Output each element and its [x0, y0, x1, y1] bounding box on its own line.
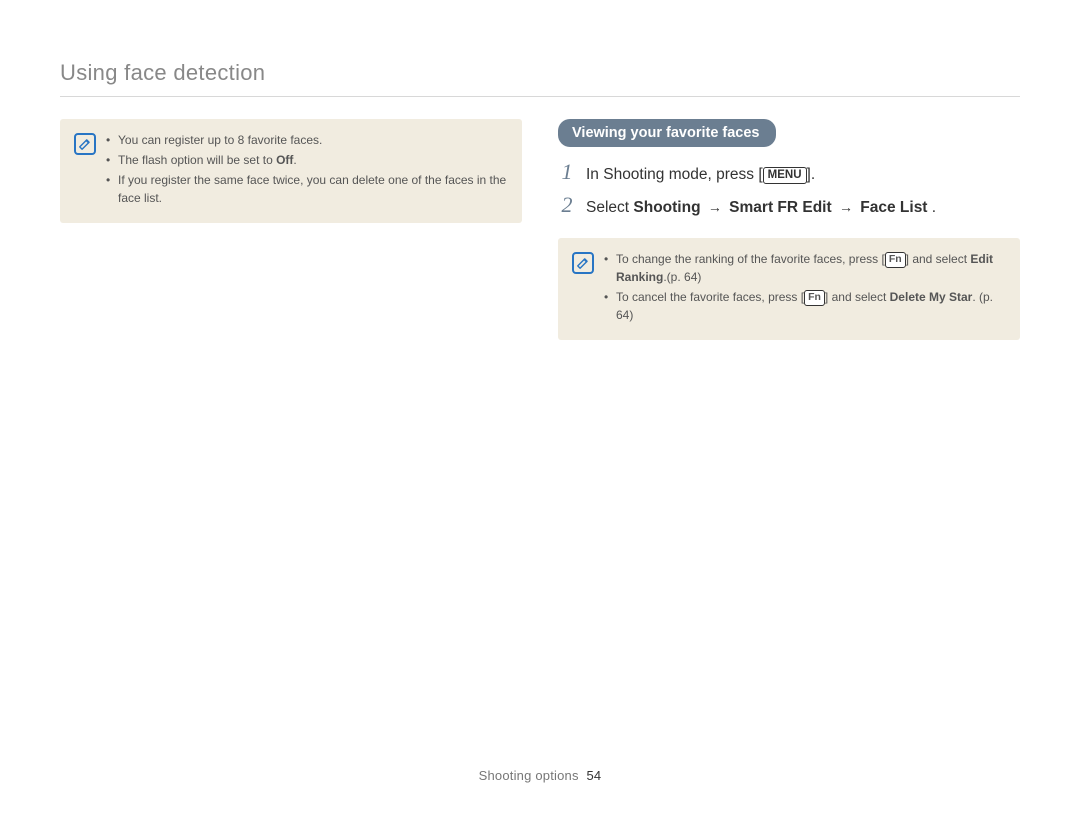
step-body: Select Shooting → Smart FR Edit → Face L…	[586, 197, 936, 219]
fn-key: Fn	[885, 252, 906, 268]
note-item: If you register the same face twice, you…	[106, 171, 508, 207]
page-title: Using face detection	[60, 60, 1020, 97]
note-pencil-icon	[572, 252, 594, 274]
note-box-left: You can register up to 8 favorite faces.…	[60, 119, 522, 223]
step: 2 Select Shooting → Smart FR Edit → Face…	[558, 194, 1020, 219]
section-heading: Viewing your favorite faces	[558, 119, 776, 147]
fn-key: Fn	[804, 290, 825, 306]
steps-list: 1 In Shooting mode, press [MENU]. 2 Sele…	[558, 161, 1020, 220]
note-item: You can register up to 8 favorite faces.	[106, 131, 508, 149]
right-column: Viewing your favorite faces 1 In Shootin…	[558, 119, 1020, 340]
note-item: To change the ranking of the favorite fa…	[604, 250, 1006, 286]
footer-page-number: 54	[583, 768, 602, 783]
step-body: In Shooting mode, press [MENU].	[586, 164, 815, 186]
step: 1 In Shooting mode, press [MENU].	[558, 161, 1020, 186]
step-number: 2	[558, 194, 576, 216]
arrow-right-icon: →	[705, 200, 725, 214]
content-columns: You can register up to 8 favorite faces.…	[60, 119, 1020, 340]
arrow-right-icon: →	[836, 200, 856, 214]
menu-key: MENU	[763, 167, 807, 184]
note-pencil-icon	[74, 133, 96, 155]
note-box-right: To change the ranking of the favorite fa…	[558, 238, 1020, 340]
step-number: 1	[558, 161, 576, 183]
manual-page: Using face detection You can register up…	[0, 0, 1080, 815]
left-column: You can register up to 8 favorite faces.…	[60, 119, 522, 340]
note-item: To cancel the favorite faces, press [Fn]…	[604, 288, 1006, 324]
note-list-left: You can register up to 8 favorite faces.…	[106, 131, 508, 209]
note-item: The flash option will be set to Off.	[106, 151, 508, 169]
note-list-right: To change the ranking of the favorite fa…	[604, 250, 1006, 326]
page-footer: Shooting options 54	[0, 768, 1080, 783]
footer-section: Shooting options	[479, 768, 579, 783]
